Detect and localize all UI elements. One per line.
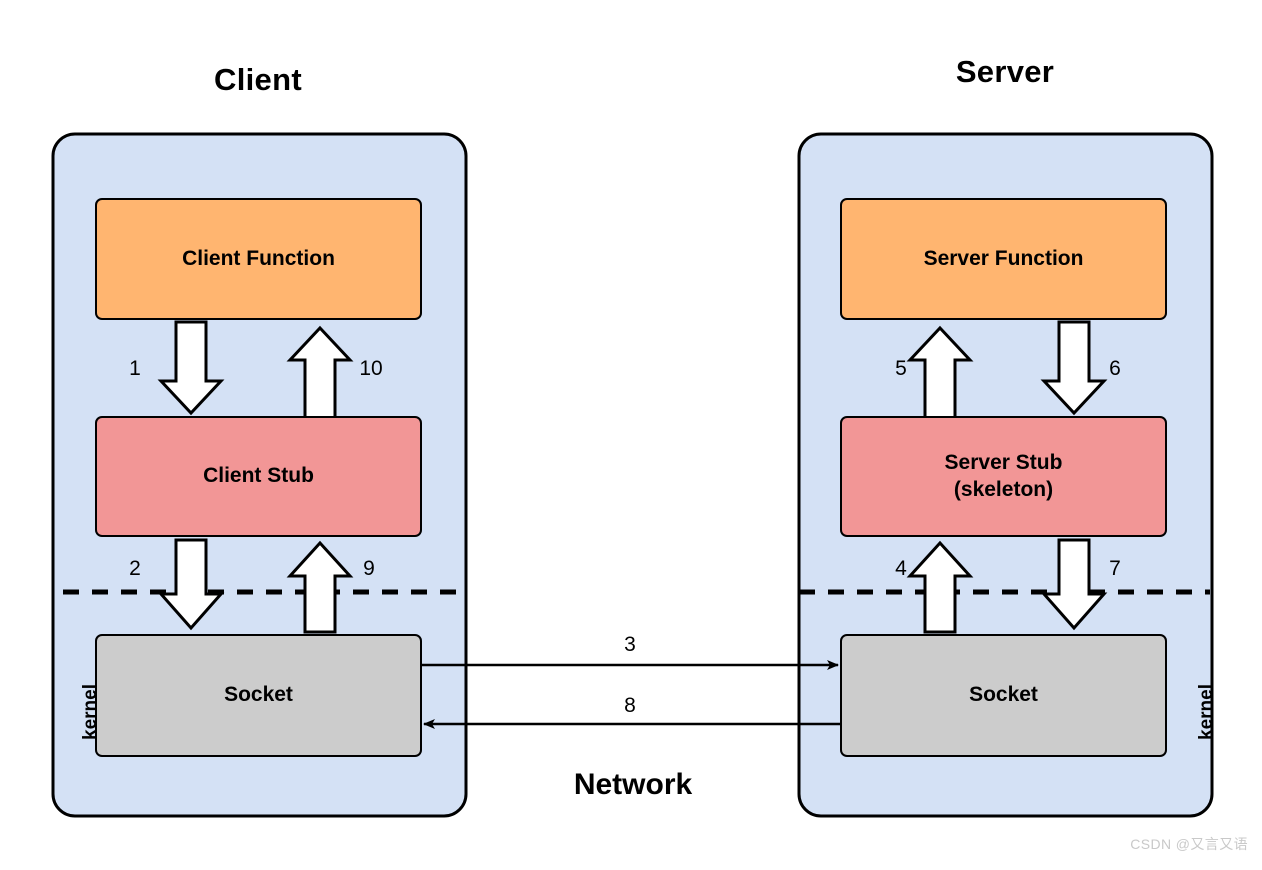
step-number-4: 4 bbox=[895, 557, 907, 580]
csdn-watermark: CSDN @又言又语 bbox=[1130, 836, 1248, 852]
server-title: Server bbox=[955, 54, 1055, 89]
client-socket-box[interactable]: Socket bbox=[95, 634, 422, 757]
server-stub-label-line1: Server Stub bbox=[944, 450, 1063, 474]
step-number-8: 8 bbox=[624, 694, 636, 717]
client-stub-box[interactable]: Client Stub bbox=[95, 416, 422, 537]
step-number-5: 5 bbox=[895, 357, 907, 380]
step-number-10: 10 bbox=[359, 357, 383, 380]
client-function-label: Client Function bbox=[182, 246, 335, 270]
client-kernel-label: kernel bbox=[80, 684, 101, 740]
step-number-2: 2 bbox=[129, 557, 141, 580]
client-function-box[interactable]: Client Function bbox=[95, 198, 422, 320]
step-number-6: 6 bbox=[1109, 357, 1121, 380]
server-function-box[interactable]: Server Function bbox=[840, 198, 1167, 320]
client-socket-label: Socket bbox=[224, 683, 293, 707]
diagram-canvas: Client Server Client Function Client Stu… bbox=[0, 0, 1262, 870]
step-number-3: 3 bbox=[624, 633, 636, 656]
step-number-9: 9 bbox=[363, 557, 375, 580]
server-socket-label: Socket bbox=[969, 683, 1038, 707]
client-stub-label: Client Stub bbox=[203, 464, 314, 488]
server-socket-box[interactable]: Socket bbox=[840, 634, 1167, 757]
step-number-1: 1 bbox=[129, 357, 141, 380]
step-number-7: 7 bbox=[1109, 557, 1121, 580]
server-function-label: Server Function bbox=[923, 246, 1084, 270]
server-kernel-label: kernel bbox=[1196, 684, 1217, 740]
network-title: Network bbox=[573, 768, 693, 801]
server-stub-box[interactable]: Server Stub (skeleton) bbox=[840, 416, 1167, 537]
server-stub-label-line2: (skeleton) bbox=[953, 477, 1054, 501]
client-title: Client bbox=[214, 62, 302, 97]
